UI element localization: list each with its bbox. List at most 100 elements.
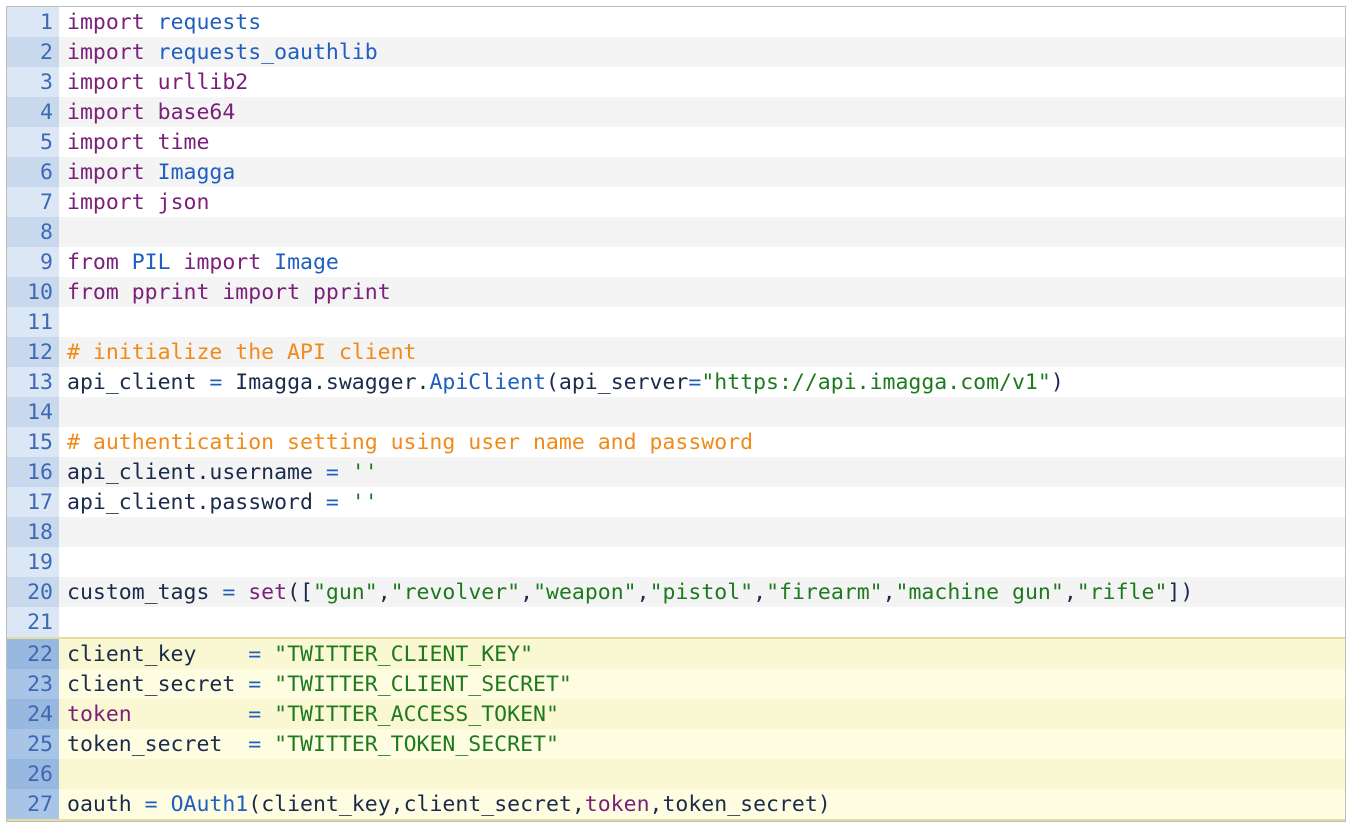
line-content: import Imagga bbox=[59, 157, 1345, 187]
code-token: import bbox=[67, 39, 145, 65]
code-token: "https://api.imagga.com/v1" bbox=[701, 369, 1051, 395]
line-number: 9 bbox=[7, 247, 59, 277]
code-token: '' bbox=[351, 489, 378, 515]
code-token: token bbox=[584, 791, 650, 817]
line-number: 15 bbox=[7, 427, 59, 457]
code-token: , bbox=[882, 579, 896, 605]
code-line: 14 bbox=[7, 397, 1345, 427]
line-number: 2 bbox=[7, 37, 59, 67]
code-token: = bbox=[222, 731, 275, 757]
code-token: client_key bbox=[67, 641, 197, 667]
code-token: import bbox=[67, 99, 145, 125]
code-token: "TWITTER_TOKEN_SECRET" bbox=[274, 731, 559, 757]
line-number: 4 bbox=[7, 97, 59, 127]
code-token: from bbox=[67, 279, 119, 305]
line-content: from pprint import pprint bbox=[59, 277, 1345, 307]
line-content: client_secret = "TWITTER_CLIENT_SECRET" bbox=[59, 669, 1345, 699]
code-line: 5 import time bbox=[7, 127, 1345, 157]
code-line: 2 import requests_oauthlib bbox=[7, 37, 1345, 67]
code-token: api_client.password bbox=[67, 489, 313, 515]
code-token: "gun" bbox=[312, 579, 378, 605]
line-content: token = "TWITTER_ACCESS_TOKEN" bbox=[59, 699, 1345, 729]
code-line: 12 # initialize the API client bbox=[7, 337, 1345, 367]
code-token: from bbox=[67, 249, 119, 275]
code-line: 16 api_client.username = '' bbox=[7, 457, 1345, 487]
code-token: = bbox=[209, 579, 249, 605]
code-line: 7 import json bbox=[7, 187, 1345, 217]
code-token: ) bbox=[1050, 369, 1064, 395]
line-number: 17 bbox=[7, 487, 59, 517]
code-token: = bbox=[131, 701, 275, 727]
code-token: json bbox=[157, 189, 210, 215]
code-token: "TWITTER_CLIENT_KEY" bbox=[274, 641, 534, 667]
code-token: OAuth1 bbox=[170, 791, 249, 817]
line-number: 24 bbox=[7, 699, 59, 729]
code-line: 10 from pprint import pprint bbox=[7, 277, 1345, 307]
code-line: 22 client_key = "TWITTER_CLIENT_KEY" bbox=[7, 637, 1345, 669]
line-content: api_client = Imagga.swagger. ApiClient (ap… bbox=[59, 367, 1345, 397]
code-token: = bbox=[312, 459, 352, 485]
code-line: 18 bbox=[7, 517, 1345, 547]
code-line: 25 token_secret = "TWITTER_TOKEN_SECRET" bbox=[7, 729, 1345, 759]
code-line: 21 bbox=[7, 607, 1345, 637]
code-token: , bbox=[377, 579, 391, 605]
code-line: 15 # authentication setting using user na… bbox=[7, 427, 1345, 457]
code-token: import bbox=[67, 129, 145, 155]
code-token: = bbox=[131, 791, 171, 817]
line-number: 11 bbox=[7, 307, 59, 337]
line-content: import time bbox=[59, 127, 1345, 157]
line-number: 14 bbox=[7, 397, 59, 427]
line-number: 27 bbox=[7, 789, 59, 819]
code-token: base64 bbox=[157, 99, 236, 125]
line-content: import urllib2 bbox=[59, 67, 1345, 97]
line-number: 26 bbox=[7, 759, 59, 789]
line-content: client_key = "TWITTER_CLIENT_KEY" bbox=[59, 639, 1345, 669]
code-token: urllib2 bbox=[157, 69, 249, 95]
line-number: 20 bbox=[7, 577, 59, 607]
line-content bbox=[59, 759, 1345, 789]
line-number: 16 bbox=[7, 457, 59, 487]
line-content bbox=[59, 547, 1345, 577]
code-token: custom_tags bbox=[67, 579, 210, 605]
line-number: 3 bbox=[7, 67, 59, 97]
line-number: 13 bbox=[7, 367, 59, 397]
code-token: , bbox=[1063, 579, 1077, 605]
line-number: 21 bbox=[7, 607, 59, 637]
code-token: '' bbox=[351, 459, 378, 485]
code-token: Imagga bbox=[157, 159, 236, 185]
code-token: ,token_secret) bbox=[649, 791, 831, 817]
code-line: 20 custom_tags = set(["gun", "revolver", "w… bbox=[7, 577, 1345, 607]
code-token: client_secret bbox=[67, 671, 236, 697]
code-line: 3 import urllib2 bbox=[7, 67, 1345, 97]
code-token: api_client.username bbox=[67, 459, 313, 485]
code-line: 23 client_secret = "TWITTER_CLIENT_SECRET… bbox=[7, 669, 1345, 699]
code-token: import bbox=[67, 159, 145, 185]
code-token: (api_server bbox=[545, 369, 689, 395]
code-token: "TWITTER_ACCESS_TOKEN" bbox=[274, 701, 559, 727]
code-line: 6 import Imagga bbox=[7, 157, 1345, 187]
line-content: import base64 bbox=[59, 97, 1345, 127]
line-number: 8 bbox=[7, 217, 59, 247]
code-token: set bbox=[248, 579, 288, 605]
code-token: , bbox=[636, 579, 650, 605]
code-token: requests_oauthlib bbox=[157, 39, 378, 65]
code-line: 1 import requests bbox=[7, 7, 1345, 37]
code-token: ]) bbox=[1167, 579, 1194, 605]
code-token: pprint bbox=[312, 279, 391, 305]
line-content: custom_tags = set(["gun", "revolver", "wea… bbox=[59, 577, 1345, 607]
code-line: 11 bbox=[7, 307, 1345, 337]
line-content bbox=[59, 607, 1345, 637]
code-token: = bbox=[688, 369, 702, 395]
code-line: 8 bbox=[7, 217, 1345, 247]
code-token: import bbox=[67, 69, 145, 95]
code-token: token_secret bbox=[67, 731, 223, 757]
line-content: import json bbox=[59, 187, 1345, 217]
line-number: 6 bbox=[7, 157, 59, 187]
code-token: = bbox=[196, 641, 275, 667]
code-token: "rifle" bbox=[1076, 579, 1168, 605]
